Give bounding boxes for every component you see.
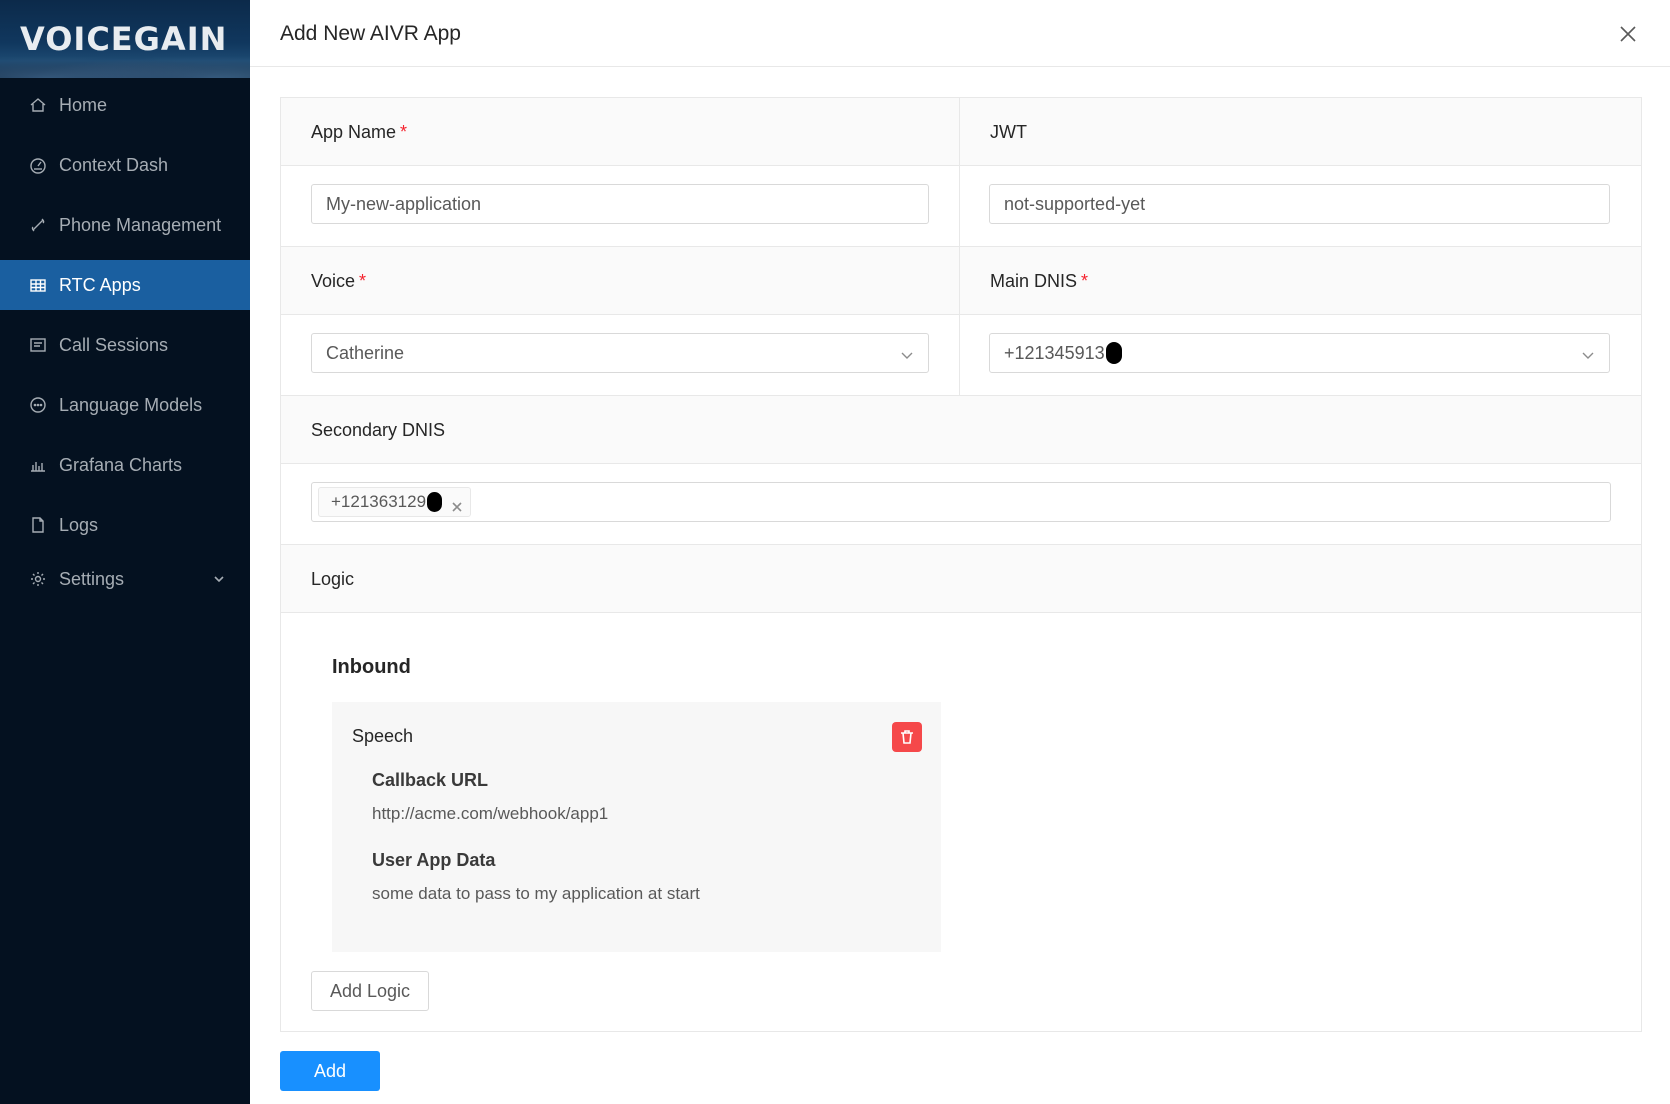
- voice-select-cell: Catherine: [281, 315, 959, 396]
- bar-chart-icon: [28, 455, 48, 475]
- remove-tag-icon[interactable]: [452, 497, 462, 512]
- redaction-mark: [1105, 342, 1122, 364]
- logic-label: Logic: [311, 569, 355, 589]
- sidebar-item-label: Language Models: [59, 394, 203, 415]
- chevron-down-icon: [1581, 346, 1595, 360]
- app-name-input-cell: My-new-application: [281, 166, 959, 247]
- secondary-dnis-input[interactable]: +121363129: [311, 482, 1611, 522]
- sidebar: VOICEGAIN Home Context Dash Phone Manage…: [0, 0, 250, 1104]
- logo-text: VOICEGAIN: [20, 20, 228, 58]
- phone-icon: [28, 215, 48, 235]
- secondary-dnis-cell: +121363129: [281, 464, 1641, 545]
- modal-title: Add New AIVR App: [280, 22, 461, 45]
- jwt-label: JWT: [990, 122, 1027, 142]
- app-form: App Name * JWT My-new-application not-sup…: [280, 97, 1642, 1032]
- app-name-label: App Name *: [311, 122, 408, 142]
- sidebar-item-label: Phone Management: [59, 214, 222, 235]
- sidebar-nav: Home Context Dash Phone Management RTC A…: [0, 80, 250, 614]
- sidebar-item-phone-management[interactable]: Phone Management: [0, 200, 250, 250]
- secondary-dnis-label: Secondary DNIS: [311, 420, 446, 440]
- home-icon: [28, 95, 48, 115]
- sidebar-item-grafana-charts[interactable]: Grafana Charts: [0, 440, 250, 490]
- sidebar-item-settings[interactable]: Settings: [0, 554, 250, 604]
- main-dnis-label-cell: Main DNIS *: [960, 247, 1641, 315]
- add-button[interactable]: Add: [280, 1051, 380, 1091]
- sidebar-item-home[interactable]: Home: [0, 80, 250, 130]
- sidebar-item-language-models[interactable]: Language Models: [0, 380, 250, 430]
- user-app-data-value: some data to pass to my application at s…: [372, 884, 700, 903]
- redaction-mark: [427, 492, 443, 512]
- chevron-down-icon[interactable]: [212, 570, 226, 584]
- close-icon[interactable]: [1618, 24, 1638, 44]
- sidebar-item-label: Context Dash: [59, 154, 169, 175]
- speech-logic-card: Speech Callback URL http://acme.com/webh…: [332, 702, 941, 952]
- trash-icon: [901, 730, 913, 744]
- sidebar-item-context-dash[interactable]: Context Dash: [0, 140, 250, 190]
- main-dnis-label: Main DNIS *: [990, 271, 1089, 291]
- secondary-dnis-label-cell: Secondary DNIS: [281, 396, 1641, 464]
- file-icon: [28, 515, 48, 535]
- card-title: Speech: [352, 726, 414, 746]
- sidebar-item-call-sessions[interactable]: Call Sessions: [0, 320, 250, 370]
- chevron-down-icon: [900, 346, 914, 360]
- sidebar-item-label: Call Sessions: [59, 334, 169, 355]
- callback-url-value: http://acme.com/webhook/app1: [372, 804, 609, 823]
- jwt-input-cell: not-supported-yet: [960, 166, 1641, 247]
- table-icon: [28, 275, 48, 295]
- jwt-label-cell: JWT: [960, 98, 1641, 166]
- sidebar-item-label: Settings: [59, 568, 125, 589]
- callback-url-label: Callback URL: [372, 770, 489, 790]
- sidebar-item-label: RTC Apps: [59, 274, 141, 295]
- jwt-input[interactable]: not-supported-yet: [989, 184, 1610, 224]
- column-divider: [959, 98, 960, 396]
- sidebar-item-label: Home: [59, 94, 108, 115]
- add-logic-button[interactable]: Add Logic: [311, 971, 430, 1011]
- modal-header: Add New AIVR App: [250, 0, 1670, 67]
- sessions-icon: [28, 335, 48, 355]
- app-name-label-cell: App Name *: [281, 98, 959, 166]
- delete-logic-button[interactable]: [892, 722, 922, 752]
- voice-label: Voice *: [311, 271, 367, 291]
- dnis-tag: +121363129: [318, 487, 472, 517]
- user-app-data-label: User App Data: [372, 850, 496, 870]
- logic-label-cell: Logic: [281, 545, 1641, 613]
- gear-icon: [28, 569, 48, 589]
- voice-label-cell: Voice *: [281, 247, 959, 315]
- app-name-input[interactable]: My-new-application: [311, 184, 929, 224]
- brand-logo[interactable]: VOICEGAIN: [0, 0, 250, 78]
- inbound-section-title: Inbound: [332, 656, 411, 678]
- main-dnis-select[interactable]: +121345913: [989, 333, 1610, 373]
- sidebar-item-rtc-apps[interactable]: RTC Apps: [0, 260, 250, 310]
- chat-icon: [28, 395, 48, 415]
- sidebar-item-logs[interactable]: Logs: [0, 500, 250, 550]
- sidebar-item-label: Grafana Charts: [59, 454, 183, 475]
- main-dnis-select-cell: +121345913: [960, 315, 1641, 396]
- voice-select[interactable]: Catherine: [311, 333, 929, 373]
- dashboard-icon: [28, 155, 48, 175]
- sidebar-item-label: Logs: [59, 514, 99, 535]
